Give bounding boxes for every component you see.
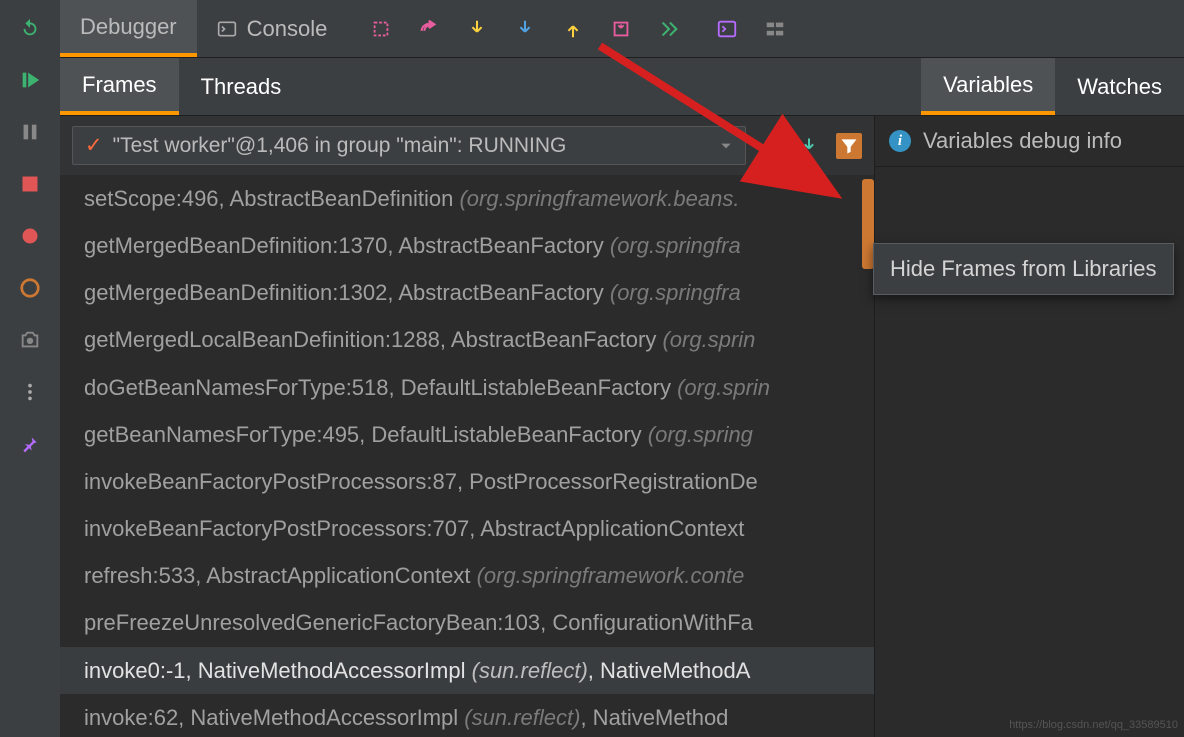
drop-frame-icon[interactable] — [609, 17, 633, 41]
tab-console-label: Console — [247, 16, 328, 42]
frame-method: getMergedBeanDefinition:1370, AbstractBe… — [84, 233, 610, 258]
stack-frame-row[interactable]: invokeBeanFactoryPostProcessors:707, Abs… — [60, 505, 874, 552]
tab-console[interactable]: Console — [197, 0, 348, 57]
variables-info-label: Variables debug info — [923, 128, 1122, 154]
run-to-cursor-icon[interactable] — [657, 17, 681, 41]
frames-header: ✓ "Test worker"@1,406 in group "main": R… — [60, 116, 874, 175]
frame-method: invoke:62, NativeMethodAccessorImpl — [84, 705, 464, 730]
stack-frame-row[interactable]: getBeanNamesForType:495, DefaultListable… — [60, 411, 874, 458]
tab-variables-label: Variables — [943, 72, 1033, 98]
next-frame-icon[interactable] — [796, 133, 822, 159]
step-into-icon[interactable] — [465, 17, 489, 41]
tab-debugger-label: Debugger — [80, 14, 177, 40]
frame-package: (org.springframework.conte — [477, 563, 745, 588]
mute-breakpoints-icon[interactable] — [18, 276, 42, 300]
frame-method: refresh:533, AbstractApplicationContext — [84, 563, 477, 588]
frame-package: (org.sprin — [662, 327, 755, 352]
frame-tail: , NativeMethodA — [588, 658, 751, 683]
tab-frames[interactable]: Frames — [60, 58, 179, 115]
rerun-icon[interactable] — [18, 16, 42, 40]
stack-frame-row[interactable]: invoke0:-1, NativeMethodAccessorImpl (su… — [60, 647, 874, 694]
chevron-down-icon — [719, 139, 733, 153]
tab-watches[interactable]: Watches — [1055, 58, 1184, 115]
more-icon[interactable] — [18, 380, 42, 404]
tab-watches-label: Watches — [1077, 74, 1162, 100]
show-execution-point-icon[interactable] — [369, 17, 393, 41]
frame-package: (sun.reflect) — [472, 658, 588, 683]
stop-icon[interactable] — [18, 172, 42, 196]
second-tab-bar: Frames Threads Variables Watches — [60, 58, 1184, 116]
force-step-into-icon[interactable] — [513, 17, 537, 41]
frame-package: (org.springfra — [610, 280, 741, 305]
thread-selector-label: "Test worker"@1,406 in group "main": RUN… — [113, 134, 567, 158]
variables-panel: i Variables debug info — [875, 116, 1184, 737]
app-root: Debugger Console — [0, 0, 1184, 737]
filter-frames-icon[interactable] — [836, 133, 862, 159]
frame-method: getMergedLocalBeanDefinition:1288, Abstr… — [84, 327, 662, 352]
tab-variables[interactable]: Variables — [921, 58, 1055, 115]
trace-current-stream-icon[interactable] — [763, 17, 787, 41]
stack-frame-row[interactable]: doGetBeanNamesForType:518, DefaultListab… — [60, 364, 874, 411]
stack-frame-row[interactable]: getMergedBeanDefinition:1370, AbstractBe… — [60, 222, 874, 269]
second-tabs-right: Variables Watches — [921, 58, 1184, 115]
tab-threads[interactable]: Threads — [179, 58, 304, 115]
console-icon — [217, 19, 237, 39]
frame-tail: , NativeMethod — [580, 705, 728, 730]
tab-frames-label: Frames — [82, 72, 157, 98]
running-check-icon: ✓ — [85, 133, 103, 158]
body-row: ✓ "Test worker"@1,406 in group "main": R… — [60, 116, 1184, 737]
tooltip-text: Hide Frames from Libraries — [890, 256, 1157, 281]
top-tab-bar: Debugger Console — [60, 0, 1184, 58]
stack-frame-row[interactable]: invoke:62, NativeMethodAccessorImpl (sun… — [60, 694, 874, 737]
evaluate-expression-icon[interactable] — [715, 17, 739, 41]
frame-package: (org.sprin — [677, 375, 770, 400]
previous-frame-icon[interactable] — [756, 133, 782, 159]
step-out-icon[interactable] — [561, 17, 585, 41]
pause-icon[interactable] — [18, 120, 42, 144]
frames-nav-icons — [756, 133, 862, 159]
tooltip-hide-frames: Hide Frames from Libraries — [873, 243, 1174, 295]
left-toolbar — [0, 0, 60, 737]
frame-method: getMergedBeanDefinition:1302, AbstractBe… — [84, 280, 610, 305]
tab-threads-label: Threads — [201, 74, 282, 100]
frame-list[interactable]: setScope:496, AbstractBeanDefinition (or… — [60, 175, 874, 737]
thread-selector[interactable]: ✓ "Test worker"@1,406 in group "main": R… — [72, 126, 746, 165]
frame-method: invokeBeanFactoryPostProcessors:707, Abs… — [84, 516, 744, 541]
frame-method: getBeanNamesForType:495, DefaultListable… — [84, 422, 648, 447]
variables-info-row: i Variables debug info — [875, 116, 1184, 167]
step-over-icon[interactable] — [417, 17, 441, 41]
stack-frame-row[interactable]: invokeBeanFactoryPostProcessors:87, Post… — [60, 458, 874, 505]
stack-frame-row[interactable]: refresh:533, AbstractApplicationContext … — [60, 552, 874, 599]
frame-package: (org.spring — [648, 422, 753, 447]
frame-method: preFreezeUnresolvedGenericFactoryBean:10… — [84, 610, 753, 635]
frame-method: setScope:496, AbstractBeanDefinition — [84, 186, 459, 211]
frame-method: doGetBeanNamesForType:518, DefaultListab… — [84, 375, 677, 400]
frame-package: (org.springfra — [610, 233, 741, 258]
screenshot-icon[interactable] — [18, 328, 42, 352]
watermark: https://blog.csdn.net/qq_33589510 — [1009, 719, 1178, 731]
frames-panel: ✓ "Test worker"@1,406 in group "main": R… — [60, 116, 875, 737]
stack-frame-row[interactable]: preFreezeUnresolvedGenericFactoryBean:10… — [60, 599, 874, 646]
frame-method: invoke0:-1, NativeMethodAccessorImpl — [84, 658, 472, 683]
pin-icon[interactable] — [18, 432, 42, 456]
stack-frame-row[interactable]: getMergedLocalBeanDefinition:1288, Abstr… — [60, 316, 874, 363]
stack-frame-row[interactable]: setScope:496, AbstractBeanDefinition (or… — [60, 175, 874, 222]
resume-icon[interactable] — [18, 68, 42, 92]
main-area: Debugger Console — [60, 0, 1184, 737]
debug-toolbar — [369, 17, 787, 41]
info-icon: i — [889, 130, 911, 152]
second-tabs-left: Frames Threads — [60, 58, 303, 115]
frame-package: (org.springframework.beans. — [459, 186, 739, 211]
frame-package: (sun.reflect) — [464, 705, 580, 730]
tab-debugger[interactable]: Debugger — [60, 0, 197, 57]
breakpoints-icon[interactable] — [18, 224, 42, 248]
stack-frame-row[interactable]: getMergedBeanDefinition:1302, AbstractBe… — [60, 269, 874, 316]
frame-method: invokeBeanFactoryPostProcessors:87, Post… — [84, 469, 758, 494]
